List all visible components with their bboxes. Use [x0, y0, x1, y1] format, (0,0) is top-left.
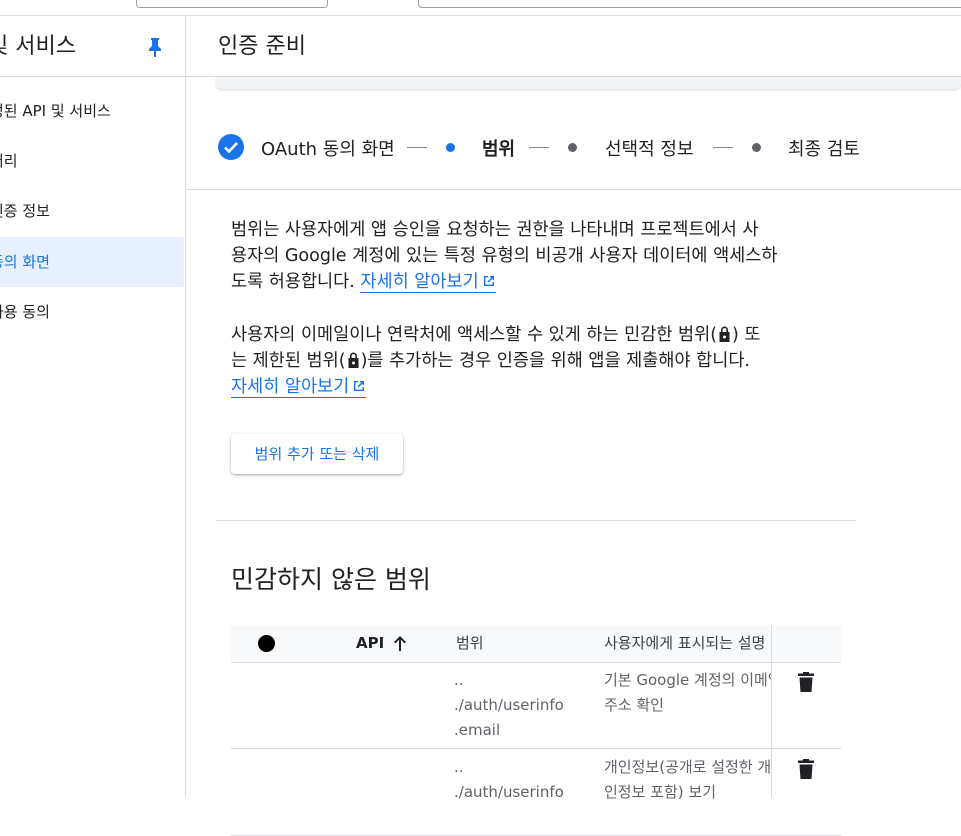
header-card-edge [216, 77, 961, 89]
column-header-scope: 범위 [456, 634, 484, 652]
sidebar-item-credentials[interactable]: 인증 정보 [0, 186, 184, 236]
arrow-upward-icon[interactable] [392, 634, 408, 652]
section-divider [216, 520, 856, 521]
top-search-box[interactable] [418, 0, 961, 8]
step-connector [407, 147, 427, 148]
stepper: OAuth 동의 화면 범위 선택적 정보 최종 검토 [218, 130, 918, 164]
add-remove-scopes-button[interactable]: 범위 추가 또는 삭제 [231, 434, 403, 474]
lock-icon [348, 352, 359, 368]
sidebar-item-label: 러리 [0, 152, 18, 170]
step-dot [568, 143, 577, 152]
sidebar-item-enabled-apis[interactable]: 정된 API 및 서비스 [0, 86, 184, 136]
step-connector [713, 147, 733, 148]
table-header: API 범위 사용자에게 표시되는 설명 [231, 626, 841, 663]
top-dropdown[interactable] [136, 0, 328, 8]
learn-more-link[interactable]: 자세히 알아보기 [231, 377, 367, 398]
text-fragment: ) 또 [732, 325, 761, 345]
step-scopes[interactable]: 범위 [482, 135, 515, 161]
sidebar: 및 서비스 정된 API 및 서비스 러리 인증 정보 동의 화면 사용 동의 [0, 16, 186, 797]
non-sensitive-scopes-heading: 민감하지 않은 범위 [231, 565, 431, 594]
step-optional-info[interactable]: 선택적 정보 [605, 135, 694, 161]
text-fragment: 도록 허용합니다. [231, 272, 355, 292]
description-line: 기본 Google 계정의 이메일 [604, 671, 771, 689]
learn-more-link[interactable]: 자세히 알아보기 [360, 272, 496, 293]
text-line: 는 제한된 범위( )를 추가하는 경우 인증을 위해 앱을 제출해야 합니다. [231, 348, 851, 374]
sidebar-divider [0, 76, 186, 77]
sensitive-scopes-description: 사용자의 이메일이나 연락처에 액세스할 수 있게 하는 민감한 범위() 또 … [231, 322, 851, 400]
sidebar-item-label: 사용 동의 [0, 303, 50, 321]
step-connector [529, 147, 549, 148]
step-final-review[interactable]: 최종 검토 [788, 135, 860, 161]
text-line: 자세히 알아보기 [231, 374, 851, 400]
sidebar-item-consent-screen[interactable]: 동의 화면 [0, 237, 184, 287]
text-fragment: 사용자의 이메일이나 연락처에 액세스할 수 있게 하는 민감한 범위( [231, 325, 718, 345]
open-in-new-icon [483, 276, 494, 286]
select-all-checkbox[interactable] [258, 635, 275, 652]
description-line: 주소 확인 [604, 696, 664, 714]
sidebar-title: 및 서비스 [0, 34, 76, 59]
scope-line: .email [454, 721, 501, 739]
text-line: 도록 허용합니다. 자세히 알아보기 [231, 269, 851, 295]
step-dot-active [446, 143, 455, 152]
scope-line: .. [454, 671, 464, 689]
scope-line: .. [454, 758, 464, 776]
scope-cell: .. ./auth/userinfo .email [454, 668, 564, 743]
sidebar-item-label: 정된 API 및 서비스 [0, 102, 111, 120]
delete-icon[interactable] [797, 759, 815, 779]
step-oauth-consent[interactable]: OAuth 동의 화면 [261, 135, 395, 161]
link-label: 자세히 알아보기 [360, 272, 479, 292]
open-in-new-icon [354, 381, 365, 391]
text-line: 범위는 사용자에게 앱 승인을 요청하는 권한을 나타내며 프로젝트에서 사 [231, 220, 759, 240]
sidebar-item-label: 동의 화면 [0, 253, 50, 271]
column-header-description: 사용자에게 표시되는 설명 [604, 634, 766, 652]
sidebar-item-library[interactable]: 러리 [0, 136, 184, 186]
link-label: 자세히 알아보기 [231, 377, 350, 397]
scope-line: ./auth/userinfo [454, 696, 564, 714]
text-fragment: )를 추가하는 경우 인증을 위해 앱을 제출해야 합니다. [360, 351, 750, 371]
page-title: 인증 준비 [218, 34, 306, 59]
table-row: .. ./auth/userinfo 개인정보(공개로 설정한 개 인정보 포함… [231, 750, 841, 836]
column-label: API [356, 634, 385, 652]
step-dot [752, 143, 761, 152]
column-header-api[interactable]: API [356, 626, 384, 663]
delete-icon[interactable] [797, 672, 815, 692]
description-line: 개인정보(공개로 설정한 개 [604, 758, 771, 776]
pin-icon[interactable] [147, 37, 163, 57]
description-cell: 기본 Google 계정의 이메일 주소 확인 [604, 668, 771, 718]
browser-top-strip [0, 0, 961, 16]
sidebar-item-label: 인증 정보 [0, 202, 50, 220]
stepper-divider [186, 189, 961, 190]
scopes-description: 범위는 사용자에게 앱 승인을 요청하는 권한을 나타내며 프로젝트에서 사 용… [231, 217, 851, 295]
text-fragment: 는 제한된 범위( [231, 351, 346, 371]
scope-cell: .. ./auth/userinfo [454, 755, 564, 805]
text-line: 용자의 Google 계정에 있는 특정 유형의 비공개 사용자 데이터에 액세… [231, 246, 778, 266]
check-circle-icon [218, 134, 244, 160]
sidebar-item-domain-verification[interactable]: 사용 동의 [0, 287, 184, 337]
lock-icon [719, 326, 730, 342]
text-line: 사용자의 이메일이나 연락처에 액세스할 수 있게 하는 민감한 범위( ) 또 [231, 322, 851, 348]
description-line: 인정보 포함) 보기 [604, 783, 716, 801]
table-row: .. ./auth/userinfo .email 기본 Google 계정의 … [231, 663, 841, 749]
scope-line: ./auth/userinfo [454, 783, 564, 801]
description-cell: 개인정보(공개로 설정한 개 인정보 포함) 보기 [604, 755, 771, 805]
